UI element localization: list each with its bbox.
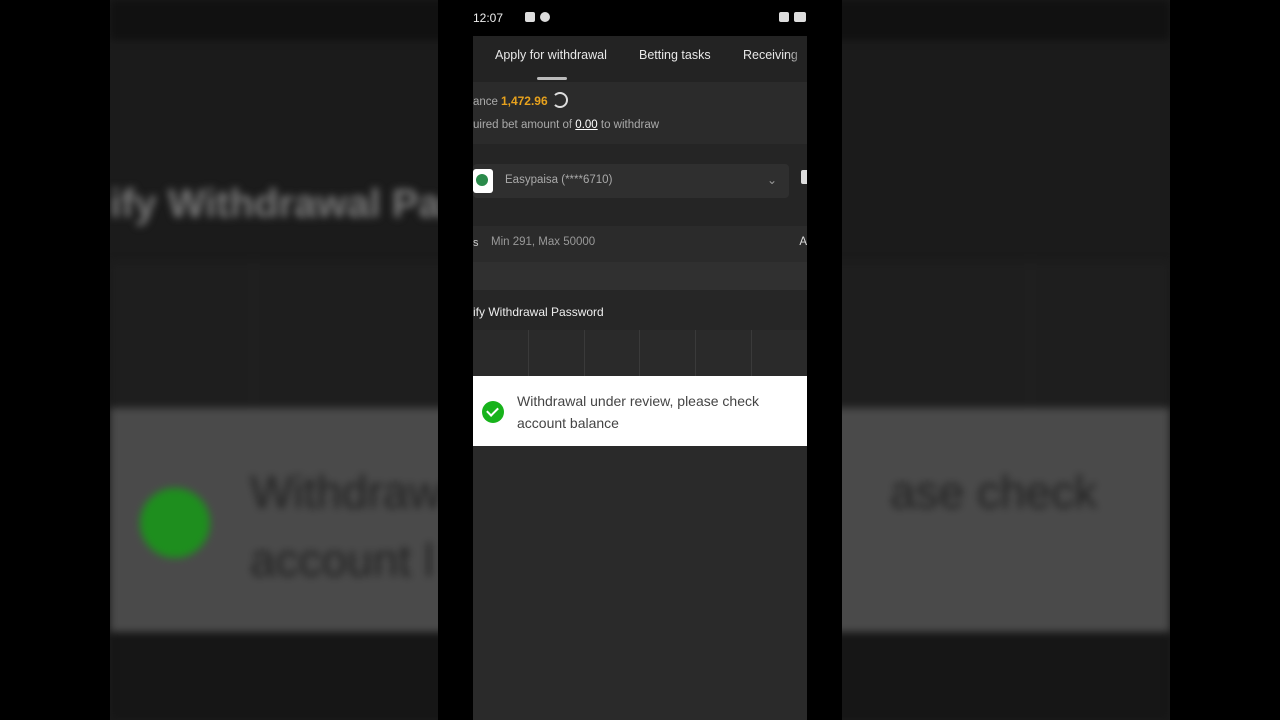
password-input-grid[interactable]	[473, 330, 807, 376]
bg-toast-message: Withdraw account l	[250, 466, 442, 586]
check-circle-icon	[482, 401, 504, 423]
bet-amount: 0.00	[575, 119, 598, 131]
amount-prefix: s	[473, 237, 479, 249]
active-tab-indicator	[537, 77, 567, 80]
toast-message: Withdrawal under review, please check ac…	[517, 393, 760, 431]
success-toast: Withdrawal under review, please check ac…	[473, 376, 807, 446]
payment-method-section: Easypaisa (****6710) ⌄	[473, 144, 807, 226]
battery-icon	[794, 12, 806, 22]
balance-value: 1,472.96	[500, 94, 548, 108]
password-digit-cell[interactable]	[529, 330, 585, 376]
password-digit-cell[interactable]	[585, 330, 641, 376]
amount-all-button[interactable]: A	[799, 236, 807, 248]
bet-requirement: uired bet amount of 0.00 to withdraw	[473, 119, 659, 131]
password-digit-cell[interactable]	[752, 330, 807, 376]
card-icon[interactable]	[801, 170, 807, 184]
refresh-icon[interactable]	[551, 92, 568, 108]
payment-method-label: Easypaisa (****6710)	[505, 174, 613, 186]
status-time: 12:07	[473, 11, 504, 25]
spacer-band	[473, 262, 807, 290]
notification-icon	[540, 12, 550, 22]
bet-prefix: uired bet amount of	[473, 119, 573, 131]
wifi-icon	[779, 12, 789, 22]
tab-betting-tasks[interactable]: Betting tasks	[639, 48, 711, 62]
left-pillar	[438, 0, 473, 720]
camera-icon	[525, 12, 535, 22]
password-digit-cell[interactable]	[696, 330, 753, 376]
empty-area	[473, 446, 807, 720]
bg-check-icon	[140, 488, 210, 558]
right-pillar	[807, 0, 842, 720]
bg-toast-message-right: ase check	[890, 466, 1098, 518]
bet-suffix: to withdraw	[600, 119, 660, 131]
password-digit-cell[interactable]	[640, 330, 697, 376]
amount-section: s Min 291, Max 50000 A	[473, 226, 807, 262]
balance-row: ance 1,472.96	[473, 92, 568, 108]
status-bar: 12:07	[473, 0, 807, 36]
balance-section: ance 1,472.96 uired bet amount of 0.00 to…	[473, 82, 807, 144]
password-digit-cell[interactable]	[473, 330, 529, 376]
tab-fade	[787, 36, 807, 82]
amount-input[interactable]: Min 291, Max 50000	[491, 236, 595, 248]
chevron-down-icon: ⌄	[766, 173, 777, 187]
tab-bar: Apply for withdrawal Betting tasks Recei…	[473, 36, 807, 82]
tab-apply-withdrawal[interactable]: Apply for withdrawal	[495, 48, 607, 62]
easypaisa-logo-icon	[473, 169, 493, 193]
password-section: ify Withdrawal Password	[473, 290, 807, 330]
payment-method-select[interactable]: Easypaisa (****6710) ⌄	[473, 164, 789, 198]
password-title: ify Withdrawal Password	[473, 305, 604, 319]
balance-label: ance	[473, 96, 498, 108]
phone-screen: 12:07 Apply for withdrawal Betting tasks…	[473, 0, 807, 720]
